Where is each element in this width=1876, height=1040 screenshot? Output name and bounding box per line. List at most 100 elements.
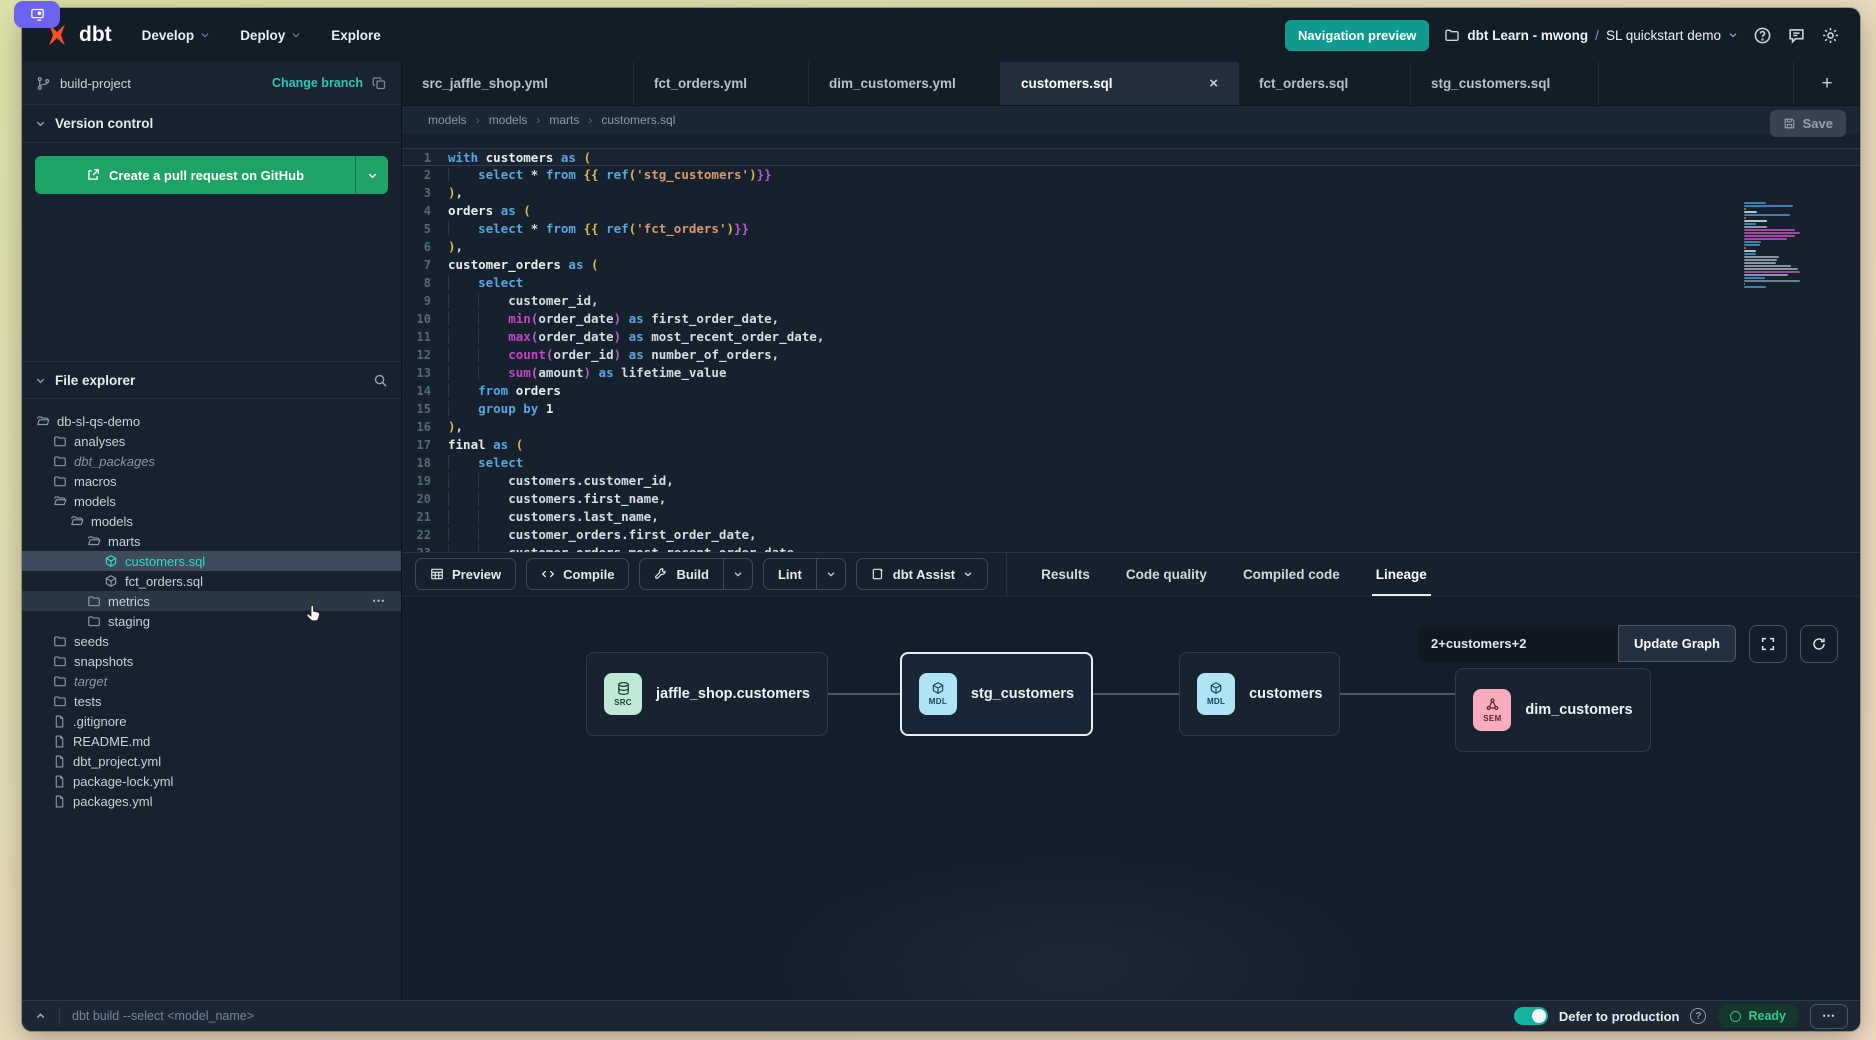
tree-item[interactable]: README.md (22, 731, 401, 751)
editor-tabbar: src_jaffle_shop.ymlfct_orders.ymldim_cus… (402, 62, 1860, 106)
tree-item[interactable]: dbt_project.yml (22, 751, 401, 771)
code-text: select (448, 454, 523, 472)
more-icon[interactable]: ⋯ (372, 593, 397, 609)
tree-item[interactable]: macros (22, 471, 401, 491)
tree-item[interactable]: metrics⋯ (22, 591, 401, 611)
line-number: 8 (402, 274, 448, 292)
code-text: group by 1 (448, 400, 553, 418)
lint-dropdown[interactable] (816, 558, 846, 590)
minimap-line (1744, 280, 1800, 282)
breadcrumb-item[interactable]: customers.sql (601, 113, 675, 127)
tree-item-label: packages.yml (73, 794, 152, 809)
feedback-icon[interactable] (1787, 26, 1806, 45)
tree-item[interactable]: tests (22, 691, 401, 711)
tree-item-label: models (74, 494, 116, 509)
badge-label: SEM (1483, 714, 1501, 723)
lineage-filter-input[interactable] (1418, 625, 1618, 662)
lineage-node[interactable]: SEMdim_customers (1455, 668, 1650, 752)
change-branch-link[interactable]: Change branch (272, 76, 363, 90)
search-icon[interactable] (373, 373, 388, 388)
command-input[interactable] (72, 1009, 592, 1023)
breadcrumb-item[interactable]: marts (549, 113, 579, 127)
tree-item[interactable]: .gitignore (22, 711, 401, 731)
tree-item[interactable]: analyses (22, 431, 401, 451)
copy-icon[interactable] (372, 76, 387, 91)
navigation-preview-button[interactable]: Navigation preview (1285, 20, 1429, 51)
lineage-node[interactable]: MDLcustomers (1179, 652, 1340, 736)
result-tab-compiled-code[interactable]: Compiled code (1243, 555, 1340, 594)
build-button[interactable]: Build (639, 558, 723, 590)
defer-toggle[interactable] (1514, 1007, 1548, 1025)
lint-button[interactable]: Lint (763, 558, 816, 590)
close-icon[interactable]: × (1209, 75, 1218, 92)
nav-menu-explore[interactable]: Explore (331, 28, 381, 43)
toolbar-divider (1006, 552, 1007, 596)
breadcrumb-item[interactable]: models (489, 113, 528, 127)
branch-name: build-project (60, 76, 131, 91)
nav-menu-deploy[interactable]: Deploy (240, 28, 301, 43)
create-pull-request-button[interactable]: Create a pull request on GitHub (35, 156, 355, 194)
build-dropdown[interactable] (723, 558, 753, 590)
dbt-assist-button[interactable]: dbt Assist (856, 558, 988, 590)
project-name: SL quickstart demo (1606, 28, 1721, 43)
line-number: 19 (402, 472, 448, 490)
tab-label: fct_orders.sql (1259, 76, 1348, 91)
update-graph-button[interactable]: Update Graph (1618, 625, 1736, 662)
tree-item[interactable]: package-lock.yml (22, 771, 401, 791)
code-line: 2 select * from {{ ref('stg_customers')}… (402, 166, 1860, 184)
fullscreen-button[interactable] (1749, 625, 1787, 663)
help-icon[interactable] (1753, 26, 1772, 45)
result-tab-results[interactable]: Results (1041, 555, 1090, 594)
version-control-header[interactable]: Version control (22, 105, 401, 143)
refresh-button[interactable] (1800, 625, 1838, 663)
lineage-node[interactable]: SRCjaffle_shop.customers (586, 652, 828, 736)
tree-item[interactable]: models (22, 511, 401, 531)
editor-tab[interactable]: fct_orders.sql (1239, 62, 1411, 105)
file-explorer-header[interactable]: File explorer (22, 361, 401, 399)
brand-label: dbt (79, 23, 112, 47)
minimap-line (1744, 205, 1793, 207)
editor-tab[interactable]: dim_customers.yml (809, 62, 1001, 105)
editor-tab[interactable]: customers.sql × (1001, 62, 1239, 105)
minimap-line (1744, 268, 1798, 270)
result-tab-lineage[interactable]: Lineage (1376, 555, 1427, 594)
tree-item[interactable]: models (22, 491, 401, 511)
statusbar-more-button[interactable]: ⋯ (1810, 1004, 1848, 1029)
minimap-line (1744, 202, 1766, 204)
tab-label: customers.sql (1021, 76, 1113, 91)
editor-tab[interactable]: fct_orders.yml (634, 62, 809, 105)
tree-item[interactable]: packages.yml (22, 791, 401, 811)
editor-minimap[interactable] (1744, 202, 1802, 289)
preview-button[interactable]: Preview (415, 558, 516, 590)
gear-icon[interactable] (1821, 26, 1840, 45)
tree-item[interactable]: customers.sql (22, 551, 401, 571)
new-tab-button[interactable]: + (1794, 62, 1860, 105)
tree-item[interactable]: seeds (22, 631, 401, 651)
save-button[interactable]: Save (1770, 110, 1846, 137)
compile-button[interactable]: Compile (526, 558, 629, 590)
tree-item[interactable]: fct_orders.sql (22, 571, 401, 591)
code-text: orders as ( (448, 202, 531, 220)
code-editor[interactable]: 1with customers as (2 select * from {{ r… (402, 134, 1860, 552)
tree-item[interactable]: db-sl-qs-demo (22, 411, 401, 431)
nav-menu-develop[interactable]: Develop (142, 28, 211, 43)
result-tab-code-quality[interactable]: Code quality (1126, 555, 1207, 594)
tree-item[interactable]: target (22, 671, 401, 691)
tree-item[interactable]: dbt_packages (22, 451, 401, 471)
breadcrumb-item[interactable]: models (428, 113, 467, 127)
lineage-node[interactable]: MDLstg_customers (900, 652, 1093, 736)
tree-item-label: staging (108, 614, 150, 629)
defer-help-icon[interactable]: ? (1690, 1008, 1706, 1024)
code-text: customers.first_name, (448, 490, 666, 508)
tree-item[interactable]: snapshots (22, 651, 401, 671)
editor-tab[interactable]: stg_customers.sql (1411, 62, 1599, 105)
lineage-graph[interactable]: SRCjaffle_shop.customers MDLstg_customers… (402, 652, 1860, 752)
tree-item[interactable]: staging (22, 611, 401, 631)
project-breadcrumb[interactable]: dbt Learn - mwong / SL quickstart demo (1444, 27, 1738, 43)
tree-item[interactable]: marts (22, 531, 401, 551)
pr-button-dropdown[interactable] (355, 156, 388, 194)
editor-tab[interactable]: src_jaffle_shop.yml (402, 62, 634, 105)
expand-command-bar-button[interactable] (34, 1010, 47, 1023)
minimap-line (1744, 214, 1790, 216)
chevron-down-icon (963, 569, 973, 579)
